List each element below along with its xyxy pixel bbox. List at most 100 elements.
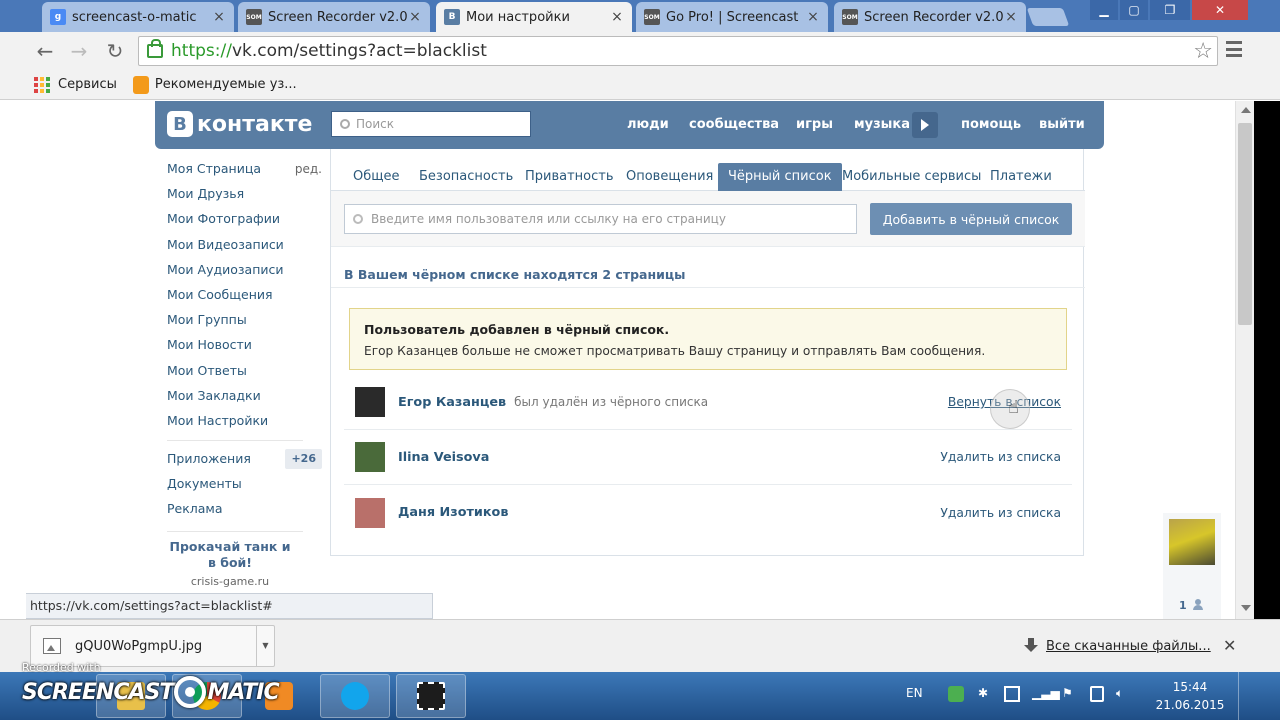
close-icon[interactable]: × — [1004, 9, 1018, 25]
close-icon[interactable]: × — [408, 9, 422, 25]
nav-communities[interactable]: сообщества — [689, 117, 779, 132]
scroll-down-icon[interactable] — [1241, 605, 1251, 611]
apps-grid-icon — [34, 76, 50, 93]
chrome-menu-icon[interactable] — [1226, 41, 1242, 57]
reload-icon[interactable]: ↻ — [104, 40, 126, 62]
user-name[interactable]: Даня Изотиков — [398, 505, 508, 520]
nav-help[interactable]: помощь — [961, 117, 1021, 132]
nav-games[interactable]: игры — [796, 117, 833, 132]
menu-videos[interactable]: Мои Видеозаписи — [167, 235, 322, 260]
menu-ads[interactable]: Реклама — [167, 499, 322, 524]
taskbar-skype[interactable] — [320, 674, 390, 718]
menu-settings[interactable]: Мои Настройки — [167, 411, 322, 436]
tab-strip: g screencast-o-matic × SOM Screen Record… — [0, 0, 1280, 32]
window-close-icon[interactable]: ✕ — [1192, 0, 1248, 20]
watermark-left: SCREENCAST — [22, 679, 174, 705]
vk-search-input[interactable]: Поиск — [331, 111, 531, 137]
bookmark-apps[interactable]: Сервисы — [34, 76, 117, 93]
bluetooth-icon[interactable]: ✱ — [978, 686, 988, 700]
close-icon[interactable]: × — [610, 9, 624, 25]
avatar[interactable] — [1169, 519, 1215, 565]
tab-general[interactable]: Общее — [353, 163, 400, 191]
close-icon[interactable]: × — [212, 9, 226, 25]
tray-app-icon[interactable] — [948, 686, 964, 702]
tab-privacy[interactable]: Приватность — [525, 163, 614, 191]
promo-block[interactable]: Прокачай танк и в бой! crisis-game.ru — [167, 539, 293, 588]
menu-friends[interactable]: Мои Друзья — [167, 184, 322, 209]
all-downloads-label: Все скачанные файлы... — [1046, 638, 1211, 654]
flag-icon[interactable]: ⚑ — [1062, 686, 1073, 700]
battery-icon[interactable] — [1090, 686, 1104, 702]
scroll-thumb[interactable] — [1238, 123, 1252, 325]
avatar[interactable] — [355, 497, 385, 528]
page-scrollbar[interactable] — [1235, 101, 1254, 619]
menu-my-page[interactable]: Моя Страница ред. — [167, 159, 322, 184]
menu-answers[interactable]: Мои Ответы — [167, 361, 322, 386]
vk-favicon-icon: B — [444, 9, 460, 25]
tab-security[interactable]: Безопасность — [419, 163, 513, 191]
address-bar[interactable]: https://vk.com/settings?act=blacklist ☆ — [138, 36, 1218, 66]
music-play-icon[interactable] — [912, 112, 938, 138]
menu-apps[interactable]: Приложения +26 — [167, 449, 322, 474]
new-tab-button[interactable] — [1026, 8, 1070, 26]
menu-groups[interactable]: Мои Группы — [167, 310, 322, 335]
menu-label: Мои Видеозаписи — [167, 236, 284, 252]
network-icon[interactable] — [1004, 686, 1020, 702]
menu-label: Мои Закладки — [167, 387, 261, 403]
chevron-down-icon[interactable]: ▼ — [256, 626, 274, 666]
tab-notifications[interactable]: Оповещения — [626, 163, 713, 191]
forward-icon[interactable]: → — [68, 40, 90, 62]
nav-people[interactable]: люди — [627, 117, 669, 132]
clock-date: 21.06.2015 — [1155, 698, 1225, 712]
avatar[interactable] — [355, 442, 385, 472]
show-desktop-button[interactable] — [1238, 672, 1252, 720]
close-icon[interactable]: × — [806, 9, 820, 25]
browser-tab-0[interactable]: g screencast-o-matic × — [42, 2, 234, 32]
menu-label: Мои Аудиозаписи — [167, 261, 284, 277]
blacklist-input[interactable]: Введите имя пользователя или ссылку на е… — [344, 204, 857, 234]
volume-icon[interactable]: 🔈︎ — [1116, 686, 1123, 701]
mini-profile-widget[interactable]: 1 — [1163, 513, 1221, 619]
all-downloads-link[interactable]: Все скачанные файлы... — [1024, 638, 1211, 654]
minimize-icon[interactable]: ▁ — [1090, 0, 1118, 20]
browser-tab-1[interactable]: SOM Screen Recorder v2.0 × — [238, 2, 430, 32]
profile-icon[interactable]: ▢ — [1120, 0, 1148, 20]
browser-tab-3[interactable]: SOM Go Pro! | Screencast × — [636, 2, 828, 32]
close-icon[interactable]: ✕ — [1223, 636, 1236, 655]
user-name[interactable]: Егор Казанцев — [398, 395, 506, 410]
browser-toolbar: ← → ↻ https://vk.com/settings?act=blackl… — [0, 32, 1280, 70]
tab-blacklist[interactable]: Чёрный список — [718, 163, 842, 191]
scroll-up-icon[interactable] — [1241, 107, 1251, 113]
remove-from-list-link[interactable]: Удалить из списка — [940, 506, 1061, 520]
tab-payments[interactable]: Платежи — [990, 163, 1052, 191]
bookmark-recommended[interactable]: Рекомендуемые уз... — [132, 75, 297, 94]
menu-bookmarks[interactable]: Мои Закладки — [167, 386, 322, 411]
browser-tab-4[interactable]: SOM Screen Recorder v2.0 × — [834, 2, 1026, 32]
menu-audio[interactable]: Мои Аудиозаписи — [167, 260, 322, 285]
back-icon[interactable]: ← — [34, 40, 56, 62]
menu-news[interactable]: Мои Новости — [167, 335, 322, 360]
signal-icon[interactable]: ▁▃▅ — [1032, 686, 1060, 700]
browser-tab-2[interactable]: B Мои настройки × — [436, 2, 632, 32]
system-clock[interactable]: 15:44 21.06.2015 — [1148, 678, 1232, 714]
menu-messages[interactable]: Мои Сообщения — [167, 285, 322, 310]
taskbar-screen-recorder[interactable] — [396, 674, 466, 718]
remove-from-list-link[interactable]: Удалить из списка — [940, 450, 1061, 464]
vk-logo[interactable]: B контакте — [167, 111, 312, 137]
restore-icon[interactable]: ❐ — [1150, 0, 1190, 20]
tab-mobile[interactable]: Мобильные сервисы — [842, 163, 981, 191]
bookmark-star-icon[interactable]: ☆ — [1193, 39, 1213, 64]
add-to-blacklist-button[interactable]: Добавить в чёрный список — [870, 203, 1072, 235]
user-name[interactable]: Ilina Veisova — [398, 450, 489, 465]
menu-documents[interactable]: Документы — [167, 474, 322, 499]
nav-logout[interactable]: выйти — [1039, 117, 1085, 132]
menu-photos[interactable]: Мои Фотографии — [167, 209, 322, 234]
apps-count-badge: +26 — [285, 449, 322, 470]
notice-text: Егор Казанцев больше не сможет просматри… — [364, 344, 986, 358]
nav-music[interactable]: музыка — [854, 117, 910, 132]
avatar[interactable] — [355, 387, 385, 417]
edit-link[interactable]: ред. — [295, 159, 322, 184]
skype-icon — [341, 682, 369, 710]
language-indicator[interactable]: EN — [906, 686, 923, 700]
menu-label: Мои Фотографии — [167, 211, 280, 227]
